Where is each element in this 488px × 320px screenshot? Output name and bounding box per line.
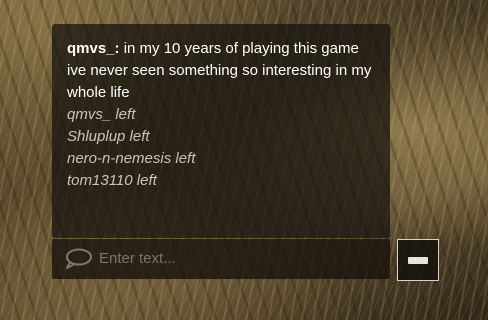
keyboard-button[interactable] xyxy=(397,239,439,281)
system-message: tom13110 left xyxy=(67,172,157,189)
system-message: nero-n-nemesis left xyxy=(67,150,196,167)
message-author: qmvs_: xyxy=(67,40,120,57)
system-message: Shluplup left xyxy=(67,128,150,145)
keyboard-icon xyxy=(408,257,428,264)
system-message: qmvs_ left xyxy=(67,106,136,123)
chat-input[interactable] xyxy=(99,239,380,279)
chat-window: qmvs_: in my 10 years of playing this ga… xyxy=(52,24,390,238)
chat-messages: qmvs_: in my 10 years of playing this ga… xyxy=(67,38,378,192)
chat-bubble-icon xyxy=(66,248,92,269)
chat-message: qmvs_: in my 10 years of playing this ga… xyxy=(67,38,378,104)
chat-input-bar[interactable] xyxy=(52,239,390,279)
